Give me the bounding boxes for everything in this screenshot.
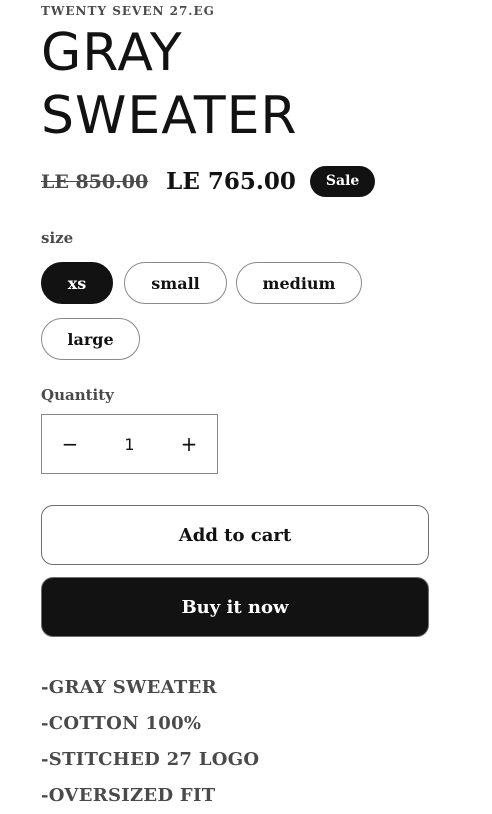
price-row: LE 850.00 LE 765.00 Sale: [41, 166, 376, 197]
quantity-decrease-button[interactable]: −: [42, 415, 98, 473]
size-option-medium[interactable]: medium: [236, 262, 362, 304]
size-option-large[interactable]: large: [41, 318, 140, 360]
buy-now-button[interactable]: Buy it now: [41, 577, 429, 637]
quantity-label: Quantity: [41, 386, 114, 404]
sale-price: LE 765.00: [166, 168, 296, 195]
description-line: -COTTON 100%: [41, 713, 202, 734]
quantity-stepper: − +: [41, 414, 218, 474]
description-line: -OVERSIZED FIT: [41, 785, 216, 806]
description-line: -STITCHED 27 LOGO: [41, 749, 260, 770]
description-line: -GRAY SWEATER: [41, 677, 217, 698]
quantity-input[interactable]: [98, 433, 161, 455]
vendor-name: TWENTY SEVEN 27.EG: [41, 4, 215, 18]
sale-badge: Sale: [309, 166, 376, 197]
plus-icon: +: [180, 432, 198, 456]
regular-price: LE 850.00: [41, 170, 149, 193]
minus-icon: −: [61, 432, 79, 456]
product-title-line2: SWEATER: [41, 86, 298, 146]
size-option-xs[interactable]: xs: [41, 262, 113, 304]
quantity-increase-button[interactable]: +: [161, 415, 217, 473]
product-description: -GRAY SWEATER -COTTON 100% -STITCHED 27 …: [41, 670, 259, 814]
product-title: GRAY SWEATER: [41, 22, 298, 148]
add-to-cart-button[interactable]: Add to cart: [41, 505, 429, 565]
size-option-small[interactable]: small: [124, 262, 227, 304]
size-label: size: [41, 229, 74, 247]
product-title-line1: GRAY: [41, 23, 183, 83]
